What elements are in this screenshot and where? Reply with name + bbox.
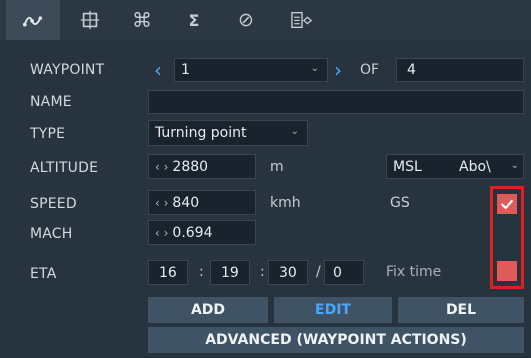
altitude-stepper-arrows[interactable]: ‹ ›	[155, 160, 168, 174]
mach-input[interactable]: ‹ › 0.694	[148, 220, 256, 245]
eta-minutes-value: 19	[221, 265, 239, 281]
prev-waypoint-button[interactable]: ‹	[154, 59, 170, 81]
target-box-icon	[80, 10, 100, 30]
gs-checkbox[interactable]	[497, 194, 517, 214]
type-select[interactable]: Turning point ⌄	[148, 120, 308, 146]
waypoint-label: WAYPOINT	[30, 62, 105, 78]
name-label: NAME	[30, 94, 72, 110]
eta-separator: :	[260, 264, 265, 280]
waypoint-select[interactable]: 1 ⌄	[174, 58, 328, 82]
altitude-value: 2880	[172, 159, 209, 175]
mach-label: MACH	[30, 226, 73, 242]
waypoint-total: 4	[407, 62, 416, 78]
eta-minutes-input[interactable]: 19	[210, 260, 250, 285]
advanced-waypoint-actions-button[interactable]: ADVANCED (WAYPOINT ACTIONS)	[148, 327, 524, 353]
tab-null[interactable]: ⊘	[222, 0, 270, 40]
fix-time-label: Fix time	[386, 264, 442, 280]
sigma-icon: Σ	[188, 10, 200, 30]
tab-route[interactable]	[6, 0, 60, 40]
speed-label: SPEED	[30, 196, 77, 212]
command-icon: ⌘	[132, 8, 152, 32]
name-input[interactable]	[148, 90, 524, 114]
waypoint-total-field: 4	[396, 58, 524, 82]
next-waypoint-button[interactable]: ›	[334, 59, 350, 81]
delete-button[interactable]: DEL	[398, 297, 524, 323]
eta-label: ETA	[30, 266, 57, 282]
waypoint-value: 1	[181, 62, 190, 78]
altitude-input[interactable]: ‹ › 2880	[148, 154, 256, 179]
tab-command[interactable]: ⌘	[118, 0, 166, 40]
altitude-reference-select[interactable]: MSL Abo\ ⌄	[386, 154, 524, 179]
tab-list-settings[interactable]	[274, 0, 330, 40]
altitude-unit: m	[270, 159, 284, 175]
add-button[interactable]: ADD	[148, 297, 268, 323]
of-label: OF	[360, 62, 380, 78]
mission-editor-panel: ⌘ Σ ⊘ WAYPOINT ‹ 1 ⌄ › OF 4 NAME TYPE Tu…	[0, 0, 531, 358]
route-icon	[22, 16, 43, 27]
fix-time-checkbox[interactable]	[497, 261, 517, 281]
altitude-reference-value: MSL	[393, 159, 422, 175]
eta-hours-input[interactable]: 16	[148, 260, 188, 285]
speed-unit: kmh	[270, 195, 301, 211]
mach-value: 0.694	[172, 225, 213, 241]
speed-input[interactable]: ‹ › 840	[148, 190, 256, 215]
eta-hours-value: 16	[159, 265, 177, 281]
tab-sigma[interactable]: Σ	[170, 0, 218, 40]
tab-bar: ⌘ Σ ⊘	[0, 0, 531, 40]
chevron-down-icon: ⌄	[510, 160, 519, 171]
speed-stepper-arrows[interactable]: ‹ ›	[155, 196, 168, 210]
null-icon: ⊘	[238, 9, 254, 31]
altitude-mode-value: Abo\	[459, 159, 491, 175]
eta-separator: :	[199, 264, 204, 280]
speed-reference-label: GS	[390, 195, 410, 211]
type-value: Turning point	[155, 125, 247, 141]
edit-button[interactable]: EDIT	[274, 297, 392, 323]
checkmark-icon	[500, 199, 514, 210]
eta-frames-value: 0	[333, 265, 342, 281]
eta-frames-input[interactable]: 0	[324, 260, 364, 285]
eta-separator: /	[316, 264, 321, 280]
eta-seconds-value: 30	[279, 265, 297, 281]
speed-value: 840	[172, 195, 200, 211]
mach-stepper-arrows[interactable]: ‹ ›	[155, 226, 168, 240]
chevron-down-icon: ⌄	[310, 63, 319, 74]
tab-target[interactable]	[66, 0, 114, 40]
type-label: TYPE	[30, 126, 66, 142]
eta-seconds-input[interactable]: 30	[268, 260, 308, 285]
list-settings-icon	[291, 11, 313, 29]
altitude-label: ALTITUDE	[30, 160, 99, 176]
chevron-down-icon: ⌄	[290, 126, 299, 137]
